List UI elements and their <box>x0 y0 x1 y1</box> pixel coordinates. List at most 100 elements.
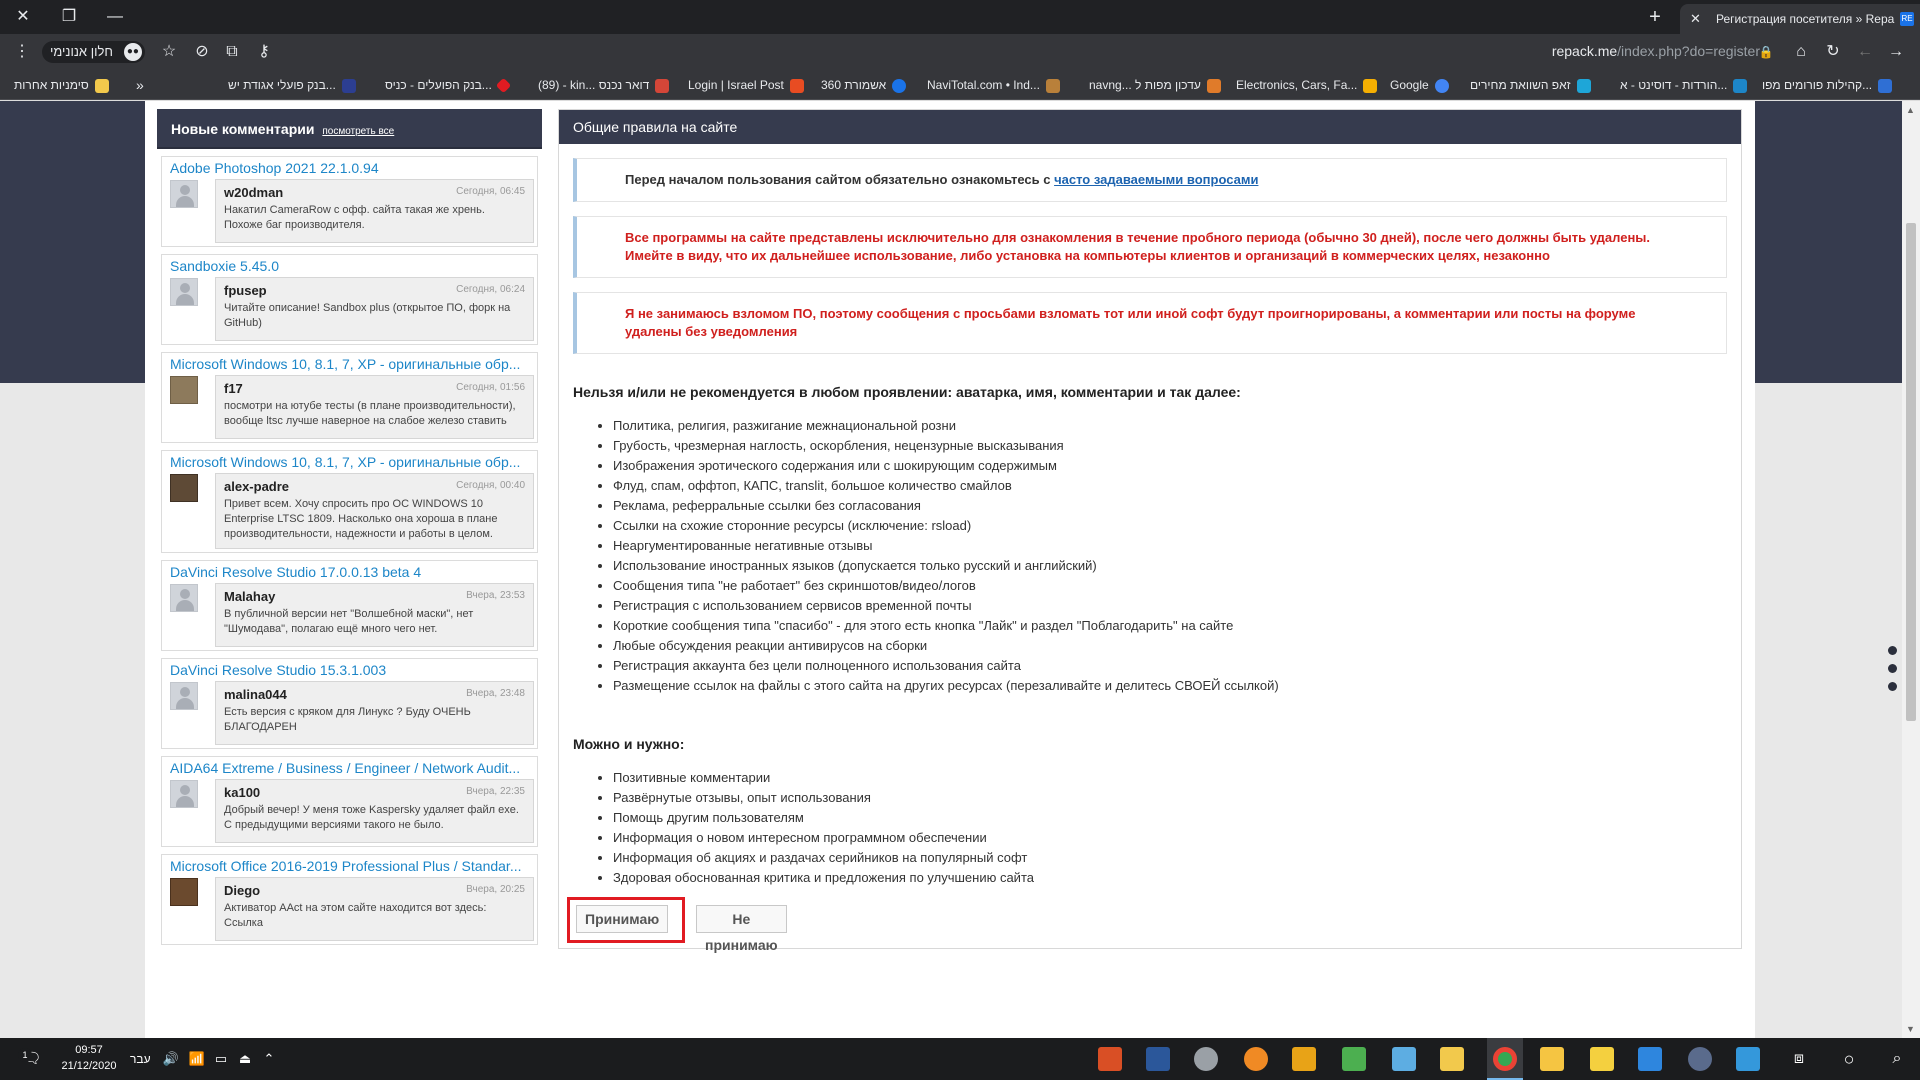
bookmark-item[interactable]: (89) - kin... דואר נכנס <box>538 70 670 100</box>
show-hidden-icons-icon[interactable]: ⌃ <box>258 1038 280 1080</box>
home-icon[interactable]: ⌂ <box>1787 34 1815 70</box>
bookmark-item[interactable]: הורדות - דוסינט - א... <box>1620 70 1748 100</box>
faq-link[interactable]: часто задаваемыми вопросами <box>1054 172 1258 187</box>
key-icon[interactable]: ⚷ <box>250 34 278 70</box>
search-app-icon[interactable] <box>1244 1047 1268 1071</box>
volume-icon[interactable]: 🔊 <box>160 1038 182 1080</box>
allowed-list: Позитивные комментарии Развёрнутые отзыв… <box>613 768 1741 888</box>
comment-post-link[interactable]: Microsoft Windows 10, 8.1, 7, XP - ориги… <box>165 451 534 473</box>
close-window-icon[interactable]: ✕ <box>0 0 46 34</box>
nexus-icon[interactable] <box>1688 1047 1712 1071</box>
chrome-taskbar-button[interactable] <box>1487 1038 1523 1080</box>
address-bar[interactable]: repack.me/index.php?do=register <box>1400 43 1760 59</box>
lock-icon[interactable]: 🔒 <box>1752 34 1780 70</box>
comment-card: Microsoft Office 2016-2019 Professional … <box>161 854 538 945</box>
language-indicator[interactable]: עבר <box>130 1038 151 1080</box>
bookmark-item[interactable]: אשמורת 360 <box>821 70 907 100</box>
pen-tablet-icon[interactable] <box>1638 1047 1662 1071</box>
menu-kebab-icon[interactable]: ⋮ <box>8 34 36 70</box>
avatar[interactable] <box>170 474 198 502</box>
task-view-icon[interactable]: ⧈ <box>1784 1038 1814 1080</box>
bookmark-item[interactable]: Login | Israel Post <box>688 70 804 100</box>
reload-icon[interactable]: ↻ <box>1819 34 1847 70</box>
tasks-icon[interactable] <box>1292 1047 1316 1071</box>
usb-icon[interactable]: ⏏ <box>234 1038 256 1080</box>
search-icon[interactable]: ⌕ <box>1882 1038 1912 1080</box>
bookmark-item[interactable]: בנק פועלי אגודת יש... <box>228 70 356 100</box>
comment-time: Вчера, 22:35 <box>466 786 525 797</box>
restore-window-icon[interactable]: ❐ <box>46 0 92 34</box>
bookmark-item[interactable]: Google <box>1390 70 1449 100</box>
list-item: Регистрация с использованием сервисов вр… <box>613 596 1741 616</box>
comment-post-link[interactable]: AIDA64 Extreme / Business / Engineer / N… <box>165 757 534 779</box>
tab-close-icon[interactable]: ✕ <box>1690 4 1701 34</box>
winrar-icon[interactable] <box>1098 1047 1122 1071</box>
avatar[interactable] <box>170 682 198 710</box>
scroll-down-icon[interactable]: ▼ <box>1906 1024 1915 1034</box>
list-item: Любые обсуждения реакции антивирусов на … <box>613 636 1741 656</box>
pen-icon[interactable] <box>1342 1047 1366 1071</box>
incognito-label: חלון אנונימי <box>50 44 113 59</box>
tablet-icon[interactable] <box>1736 1047 1760 1071</box>
bookmark-item[interactable]: Electronics, Cars, Fa... <box>1236 70 1378 100</box>
new-tab-button[interactable]: + <box>1640 0 1670 34</box>
comment-post-link[interactable]: DaVinci Resolve Studio 17.0.0.13 beta 4 <box>165 561 534 583</box>
bookmark-star-icon[interactable]: ☆ <box>155 34 183 70</box>
avatar[interactable] <box>170 584 198 612</box>
comment-text: Привет всем. Хочу спросить про ОС WINDOW… <box>224 498 498 540</box>
avatar[interactable] <box>170 780 198 808</box>
browser-tab[interactable]: ✕ Регистрация посетителя » Repa RE <box>1680 4 1920 34</box>
comment-post-link[interactable]: Adobe Photoshop 2021 22.1.0.94 <box>165 157 534 179</box>
minimize-window-icon[interactable]: — <box>92 0 138 34</box>
see-all-link[interactable]: посмотреть все <box>322 126 394 137</box>
comment-body: fpusep Сегодня, 06:24 Читайте описание! … <box>170 277 534 341</box>
comment-time: Сегодня, 06:45 <box>456 186 525 197</box>
page-dots-menu[interactable] <box>1888 646 1897 700</box>
avatar[interactable] <box>170 376 198 404</box>
dot-icon <box>1888 646 1897 655</box>
bookmark-other[interactable]: סימניות אחרות <box>14 70 109 100</box>
system-clock[interactable]: 09:57 21/12/2020 <box>54 1042 124 1074</box>
incognito-indicator[interactable]: חלון אנונימי ●● <box>42 41 145 63</box>
camera-icon[interactable] <box>1194 1047 1218 1071</box>
scroll-thumb[interactable] <box>1906 223 1916 721</box>
decline-button[interactable]: Не принимаю <box>696 905 787 953</box>
file-explorer-icon[interactable] <box>1440 1047 1464 1071</box>
folder-app-icon[interactable] <box>1540 1047 1564 1071</box>
comment-post-link[interactable]: Microsoft Windows 10, 8.1, 7, XP - ориги… <box>165 353 534 375</box>
bookmark-overflow[interactable]: » <box>136 70 144 100</box>
list-item: Флуд, спам, оффтоп, КАПС, translit, боль… <box>613 476 1741 496</box>
sticky-notes-icon[interactable] <box>1590 1047 1614 1071</box>
word-icon[interactable] <box>1146 1047 1170 1071</box>
accept-button[interactable]: Принимаю <box>576 905 669 933</box>
notes-icon[interactable] <box>1392 1047 1416 1071</box>
page-scrollbar[interactable]: ▲ ▼ <box>1902 101 1920 1038</box>
bookmark-item[interactable]: קהילות פורומים מפו... <box>1762 70 1893 100</box>
bookmark-item[interactable]: בנק הפועלים - כניס... <box>385 70 512 100</box>
list-item: Информация об акциях и раздачах серийник… <box>613 848 1741 868</box>
comment-post-link[interactable]: Microsoft Office 2016-2019 Professional … <box>165 855 534 877</box>
bookmark-item[interactable]: navng... עדכון מפות ל <box>1089 70 1221 100</box>
tracking-off-icon[interactable]: ⊘ <box>188 34 216 70</box>
list-item: Размещение ссылок на файлы с этого сайта… <box>613 676 1741 696</box>
dot-icon <box>1888 664 1897 673</box>
bookmark-item[interactable]: NaviTotal.com • Ind... <box>927 70 1060 100</box>
avatar[interactable] <box>170 278 198 306</box>
wifi-icon[interactable]: 📶 <box>186 1038 208 1080</box>
comment-card: Adobe Photoshop 2021 22.1.0.94 w20dman С… <box>161 156 538 247</box>
avatar[interactable] <box>170 878 198 906</box>
comment-post-link[interactable]: Sandboxie 5.45.0 <box>165 255 534 277</box>
comment-post-link[interactable]: DaVinci Resolve Studio 15.3.1.003 <box>165 659 534 681</box>
google-icon <box>1434 78 1449 93</box>
cortana-icon[interactable]: ○ <box>1834 1038 1864 1080</box>
avatar[interactable] <box>170 180 198 208</box>
bookmark-item[interactable]: זאפ השוואת מחירים <box>1470 70 1591 100</box>
back-icon[interactable]: → <box>1882 34 1910 70</box>
scroll-up-icon[interactable]: ▲ <box>1906 105 1915 115</box>
list-item: Помощь другим пользователям <box>613 808 1741 828</box>
list-item: Развёрнутые отзывы, опыт использования <box>613 788 1741 808</box>
install-app-icon[interactable]: ⧉ <box>218 34 246 70</box>
battery-icon[interactable]: ▭ <box>210 1038 232 1080</box>
forward-icon[interactable]: ← <box>1851 34 1879 70</box>
bank-icon <box>341 78 356 93</box>
